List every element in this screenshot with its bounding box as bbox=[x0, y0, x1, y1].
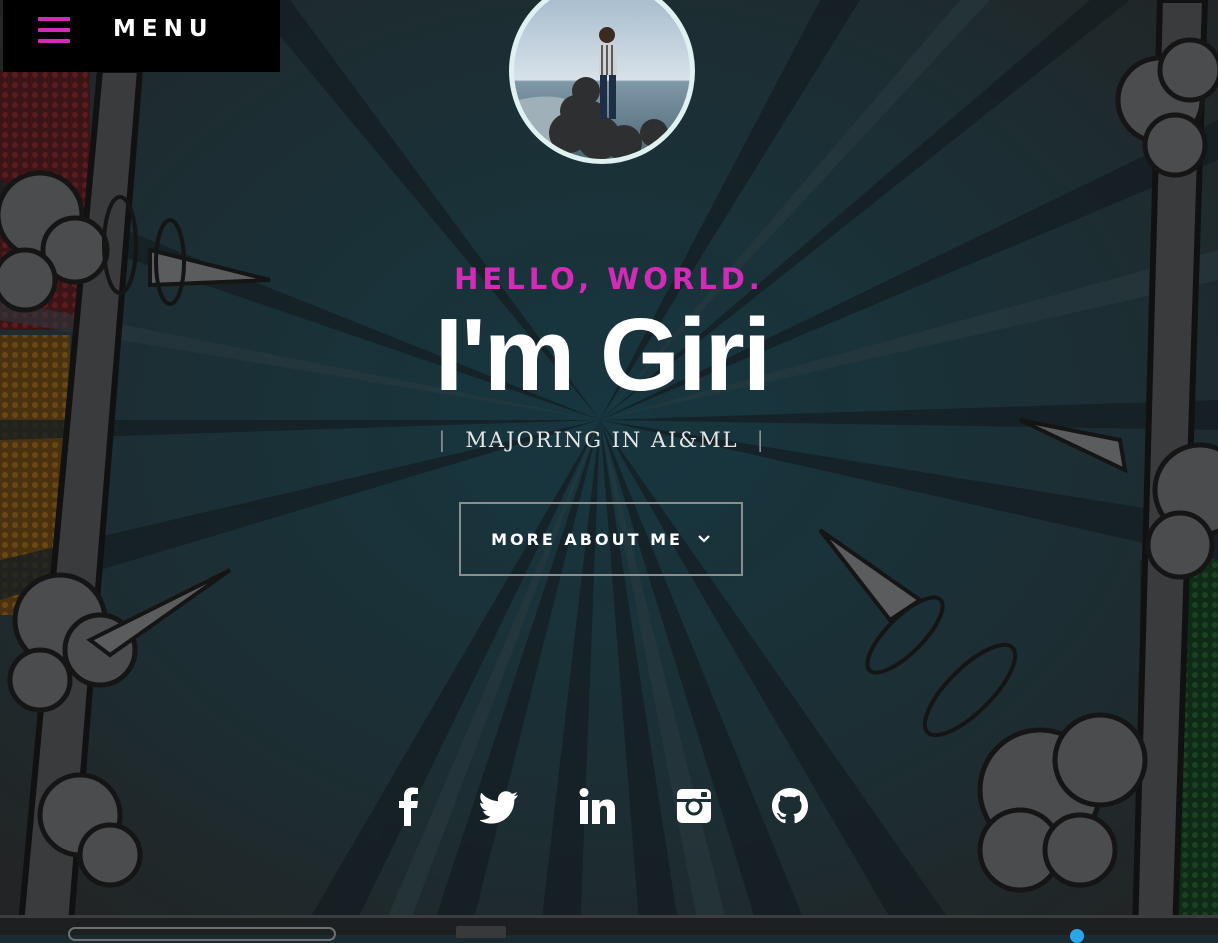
twitter-icon bbox=[480, 791, 518, 824]
facebook-icon bbox=[399, 787, 418, 826]
hero-name: I'm Giri bbox=[434, 297, 772, 412]
taskbar-status-indicator[interactable] bbox=[1070, 929, 1084, 943]
more-about-me-label: MORE ABOUT ME bbox=[491, 529, 683, 549]
github-link[interactable] bbox=[766, 782, 814, 830]
hamburger-icon[interactable] bbox=[38, 17, 70, 43]
instagram-icon bbox=[677, 789, 711, 823]
social-links bbox=[0, 782, 1218, 830]
chevron-down-icon bbox=[698, 535, 710, 543]
more-about-me-button[interactable]: MORE ABOUT ME bbox=[459, 502, 743, 576]
twitter-link[interactable] bbox=[476, 782, 524, 830]
tagline-divider-left: | bbox=[438, 428, 448, 452]
taskbar-item[interactable] bbox=[456, 926, 506, 938]
hero-tagline: | MAJORING IN AI&ML | bbox=[0, 428, 1204, 452]
tagline-text: MAJORING IN AI&ML bbox=[465, 428, 739, 452]
menu-toggle[interactable]: MENU bbox=[3, 0, 280, 72]
menu-label[interactable]: MENU bbox=[113, 16, 214, 42]
hero-greeting: HELLO, WORLD. bbox=[454, 262, 764, 296]
taskbar-search-box[interactable] bbox=[68, 927, 336, 941]
instagram-link[interactable] bbox=[670, 782, 718, 830]
linkedin-link[interactable] bbox=[573, 782, 621, 830]
tagline-divider-right: | bbox=[756, 428, 766, 452]
linkedin-icon bbox=[579, 788, 615, 824]
facebook-link[interactable] bbox=[385, 782, 433, 830]
github-icon bbox=[772, 788, 808, 824]
profile-photo bbox=[514, 0, 690, 159]
